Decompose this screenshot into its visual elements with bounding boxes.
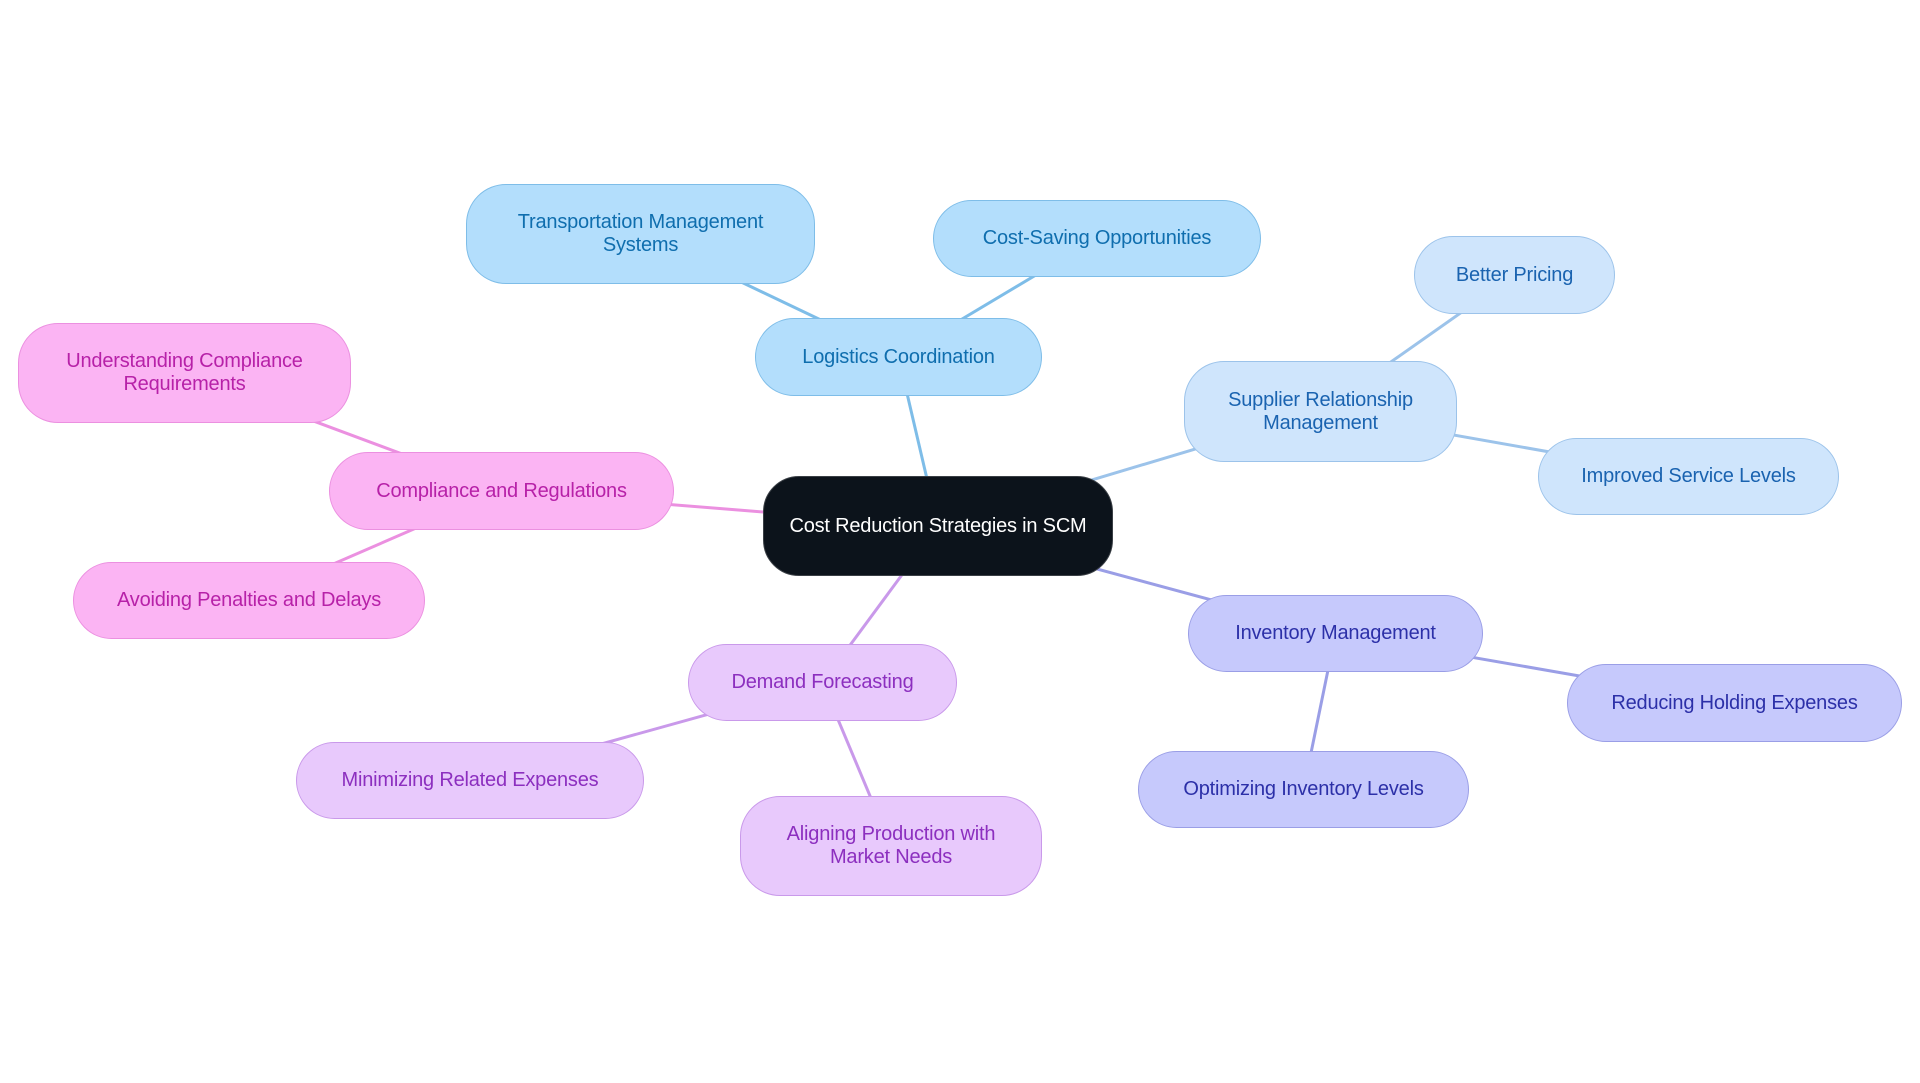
branch-node-label: Compliance and Regulations xyxy=(376,479,627,502)
branch-node-logistics-coordination[interactable]: Logistics Coordination xyxy=(755,318,1042,396)
leaf-node-label: Optimizing Inventory Levels xyxy=(1183,778,1424,800)
leaf-node-improved-service-levels[interactable]: Improved Service Levels xyxy=(1538,438,1839,515)
leaf-node-optimizing-inventory-levels[interactable]: Optimizing Inventory Levels xyxy=(1138,751,1469,828)
leaf-node-label: Reducing Holding Expenses xyxy=(1611,691,1858,714)
branch-node-demand-forecasting[interactable]: Demand Forecasting xyxy=(688,644,957,721)
leaf-node-transportation-management-systems[interactable]: Transportation Management Systems xyxy=(466,184,815,284)
leaf-node-understanding-compliance-requirements[interactable]: Understanding Compliance Requirements xyxy=(18,323,351,423)
leaf-node-aligning-production-with-market-needs[interactable]: Aligning Production with Market Needs xyxy=(740,796,1042,896)
leaf-node-avoiding-penalties-and-delays[interactable]: Avoiding Penalties and Delays xyxy=(73,562,425,639)
branch-node-supplier-relationship-management[interactable]: Supplier Relationship Management xyxy=(1184,361,1457,462)
leaf-node-label: Transportation Management Systems xyxy=(517,211,764,256)
branch-node-compliance-and-regulations[interactable]: Compliance and Regulations xyxy=(329,452,674,530)
root-node-label: Cost Reduction Strategies in SCM xyxy=(789,514,1087,537)
leaf-node-better-pricing[interactable]: Better Pricing xyxy=(1414,236,1615,314)
branch-node-label: Demand Forecasting xyxy=(731,671,914,693)
leaf-node-label: Improved Service Levels xyxy=(1581,465,1796,487)
leaf-node-label: Understanding Compliance Requirements xyxy=(66,350,303,395)
leaf-node-label: Cost-Saving Opportunities xyxy=(982,227,1212,249)
leaf-node-label: Better Pricing xyxy=(1455,263,1574,286)
branch-node-label: Inventory Management xyxy=(1235,622,1436,644)
leaf-node-label: Aligning Production with Market Needs xyxy=(786,823,996,868)
leaf-node-reducing-holding-expenses[interactable]: Reducing Holding Expenses xyxy=(1567,664,1902,742)
branch-node-inventory-management[interactable]: Inventory Management xyxy=(1188,595,1483,672)
leaf-node-label: Minimizing Related Expenses xyxy=(341,769,599,791)
leaf-node-label: Avoiding Penalties and Delays xyxy=(116,589,381,611)
root-node[interactable]: Cost Reduction Strategies in SCM xyxy=(763,476,1113,576)
leaf-node-minimizing-related-expenses[interactable]: Minimizing Related Expenses xyxy=(296,742,644,819)
branch-node-label: Logistics Coordination xyxy=(802,345,995,368)
leaf-node-cost-saving-opportunities[interactable]: Cost-Saving Opportunities xyxy=(933,200,1261,277)
branch-node-label: Supplier Relationship Management xyxy=(1228,388,1413,434)
